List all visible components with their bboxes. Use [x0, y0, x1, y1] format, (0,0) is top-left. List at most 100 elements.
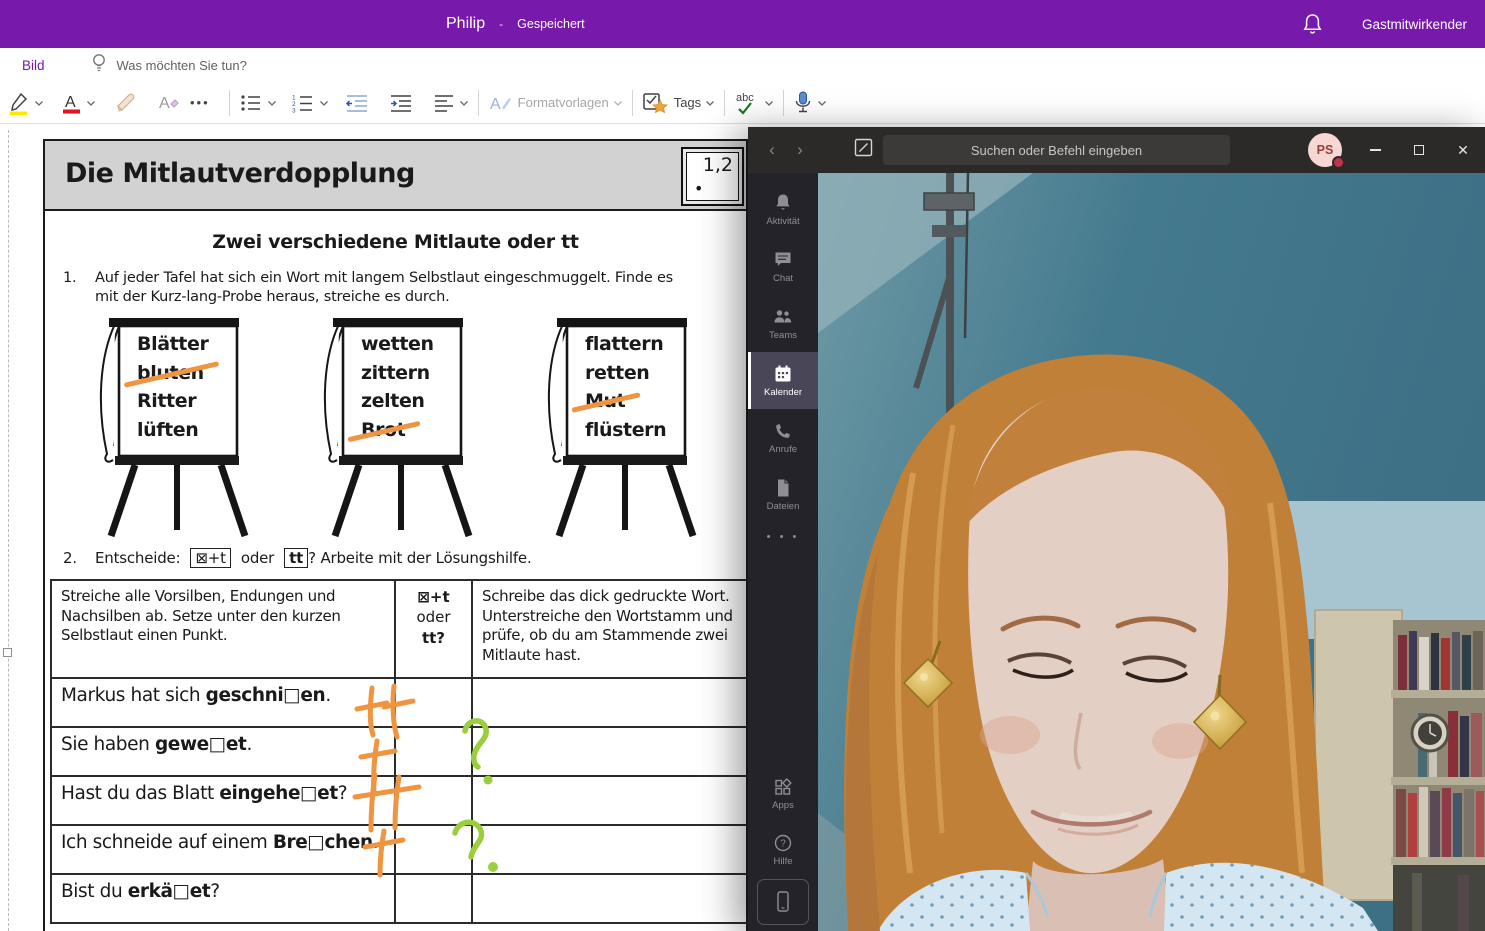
ribbon-tab-row: Bild Was möchten Sie tun?	[0, 48, 1485, 82]
user-role-label: Gastmitwirkender	[1362, 17, 1467, 32]
header-col2: ⊠+t oder tt?	[395, 580, 472, 678]
header-col1: Streiche alle Vorsilben, Endungen und Na…	[51, 580, 395, 678]
notifications-bell-icon[interactable]	[1303, 13, 1322, 35]
clear-formatting-icon[interactable]: A	[156, 87, 180, 119]
screen: Philip - Gespeichert Gastmitwirkender Bi…	[0, 0, 1485, 931]
bullet-list-chevron[interactable]	[267, 94, 277, 112]
task1-text: Auf jeder Tafel hat sich ein Wort mit la…	[95, 269, 687, 306]
mark-cell[interactable]	[395, 874, 472, 923]
styles-chevron[interactable]	[613, 94, 623, 112]
tell-me-prompt[interactable]: Was möchten Sie tun?	[117, 58, 247, 73]
mark-cell[interactable]	[395, 825, 472, 874]
back-icon[interactable]: ‹	[758, 140, 786, 160]
window-title: Philip - Gespeichert	[446, 0, 585, 48]
sidebar-item-dateien[interactable]: Dateien	[748, 466, 818, 523]
header-col3: Schreibe das dick gedruckte Wort. Unters…	[472, 580, 751, 678]
outdent-icon[interactable]	[345, 87, 369, 119]
worksheet-image[interactable]: Die Mitlautverdopplung 1,2 • Zwei versch…	[43, 139, 748, 931]
task1-number: 1.	[63, 269, 95, 306]
compose-icon[interactable]	[854, 138, 873, 162]
sidebar-item-anrufe[interactable]: Anrufe	[748, 409, 818, 466]
sidebar-item-chat[interactable]: Chat	[748, 238, 818, 295]
mobile-device-button[interactable]	[757, 879, 809, 925]
align-icon[interactable]	[433, 87, 455, 119]
sentence-cell: Markus hat sich geschni□en.	[51, 678, 395, 727]
numbered-list-chevron[interactable]	[319, 94, 329, 112]
rail-more-icon[interactable]: • • •	[748, 523, 818, 551]
help-icon: ?	[773, 833, 793, 853]
task2: 2. Entscheide: ⊠+t oder tt ? Arbeite mit…	[63, 548, 736, 568]
format-painter-icon[interactable]	[114, 87, 138, 119]
sidebar-item-apps[interactable]: Apps	[748, 765, 818, 822]
highlighter-pen-icon[interactable]	[8, 87, 30, 119]
cheek-blush	[980, 716, 1040, 754]
align-chevron[interactable]	[459, 94, 469, 112]
numbered-list-icon[interactable]: 123	[291, 87, 315, 119]
sidebar-item-teams[interactable]: Teams	[748, 295, 818, 352]
answer-cell[interactable]	[472, 874, 751, 923]
easel-3: flattern retten Mut flüstern	[521, 314, 721, 538]
lightbulb-icon	[91, 53, 107, 78]
title-separator: -	[499, 17, 503, 31]
image-resize-handle[interactable]	[3, 648, 12, 657]
books-row-3	[1396, 787, 1484, 857]
close-button[interactable]: ✕	[1441, 127, 1485, 173]
styles-label[interactable]: Formatvorlagen	[518, 95, 609, 110]
pen-dropdown-chevron[interactable]	[34, 94, 44, 112]
dictate-chevron[interactable]	[817, 94, 827, 112]
answer-cell[interactable]	[472, 776, 751, 825]
tags-icon[interactable]	[642, 87, 668, 119]
task2-box2: tt	[284, 548, 308, 568]
table-header-row: Streiche alle Vorsilben, Endungen und Na…	[51, 580, 751, 678]
task2-pre: Entscheide:	[95, 549, 180, 567]
table-row: Ich schneide auf einem Bre□chen.	[51, 825, 751, 874]
task2-mid: oder	[241, 549, 274, 567]
answer-cell[interactable]	[472, 825, 751, 874]
svg-text:A: A	[65, 94, 76, 111]
answer-cell[interactable]	[472, 678, 751, 727]
sidebar-item-hilfe[interactable]: ? Hilfe	[748, 821, 818, 878]
font-color-chevron[interactable]	[86, 94, 96, 112]
mark-cell[interactable]	[395, 776, 472, 825]
maximize-button[interactable]	[1397, 127, 1441, 173]
font-color-icon[interactable]: A	[60, 87, 82, 119]
more-formatting-icon[interactable]: •••	[190, 95, 210, 110]
bookshelf	[1391, 620, 1485, 931]
spellcheck-chevron[interactable]	[764, 94, 774, 112]
sidebar-item-kalender[interactable]: Kalender	[748, 352, 818, 409]
tags-label[interactable]: Tags	[674, 95, 701, 110]
svg-text:3: 3	[292, 107, 296, 113]
task2-number: 2.	[63, 549, 95, 567]
indent-icon[interactable]	[389, 87, 413, 119]
mark-cell[interactable]	[395, 727, 472, 776]
badge-dot: •	[694, 179, 703, 198]
apps-icon	[773, 777, 793, 797]
answer-cell[interactable]	[472, 727, 751, 776]
bell-icon	[773, 193, 793, 213]
tab-bild[interactable]: Bild	[22, 58, 45, 73]
search-input[interactable]	[883, 135, 1230, 165]
sentence-cell: Sie haben gewe□et.	[51, 727, 395, 776]
badge-number: 1,2	[703, 154, 733, 176]
dictate-microphone-icon[interactable]	[793, 87, 813, 119]
video-feed[interactable]	[818, 173, 1485, 931]
forward-icon[interactable]: ›	[786, 140, 814, 160]
tags-chevron[interactable]	[705, 94, 715, 112]
busy-status-dot	[1332, 156, 1345, 169]
onenote-titlebar: Philip - Gespeichert Gastmitwirkender	[0, 0, 1485, 48]
sidebar-item-aktivitaet[interactable]: Aktivität	[748, 181, 818, 238]
table-row: Sie haben gewe□et.	[51, 727, 751, 776]
easel-2: wetten zittern zelten Brot	[297, 314, 497, 538]
chat-icon	[773, 250, 793, 270]
styles-icon[interactable]: A	[488, 87, 512, 119]
easel-row: Blätter bluten Ritter lüften	[45, 314, 746, 538]
avatar[interactable]: PS	[1308, 133, 1342, 167]
svg-text:?: ?	[780, 838, 786, 849]
minimize-button[interactable]	[1353, 127, 1397, 173]
bullet-list-icon[interactable]	[239, 87, 263, 119]
mark-cell[interactable]	[395, 678, 472, 727]
phone-icon	[773, 421, 793, 441]
spellcheck-icon[interactable]: abc	[734, 87, 760, 119]
teams-window: ‹ › PS ✕ Aktivität Chat	[748, 127, 1485, 931]
file-icon	[774, 478, 792, 498]
